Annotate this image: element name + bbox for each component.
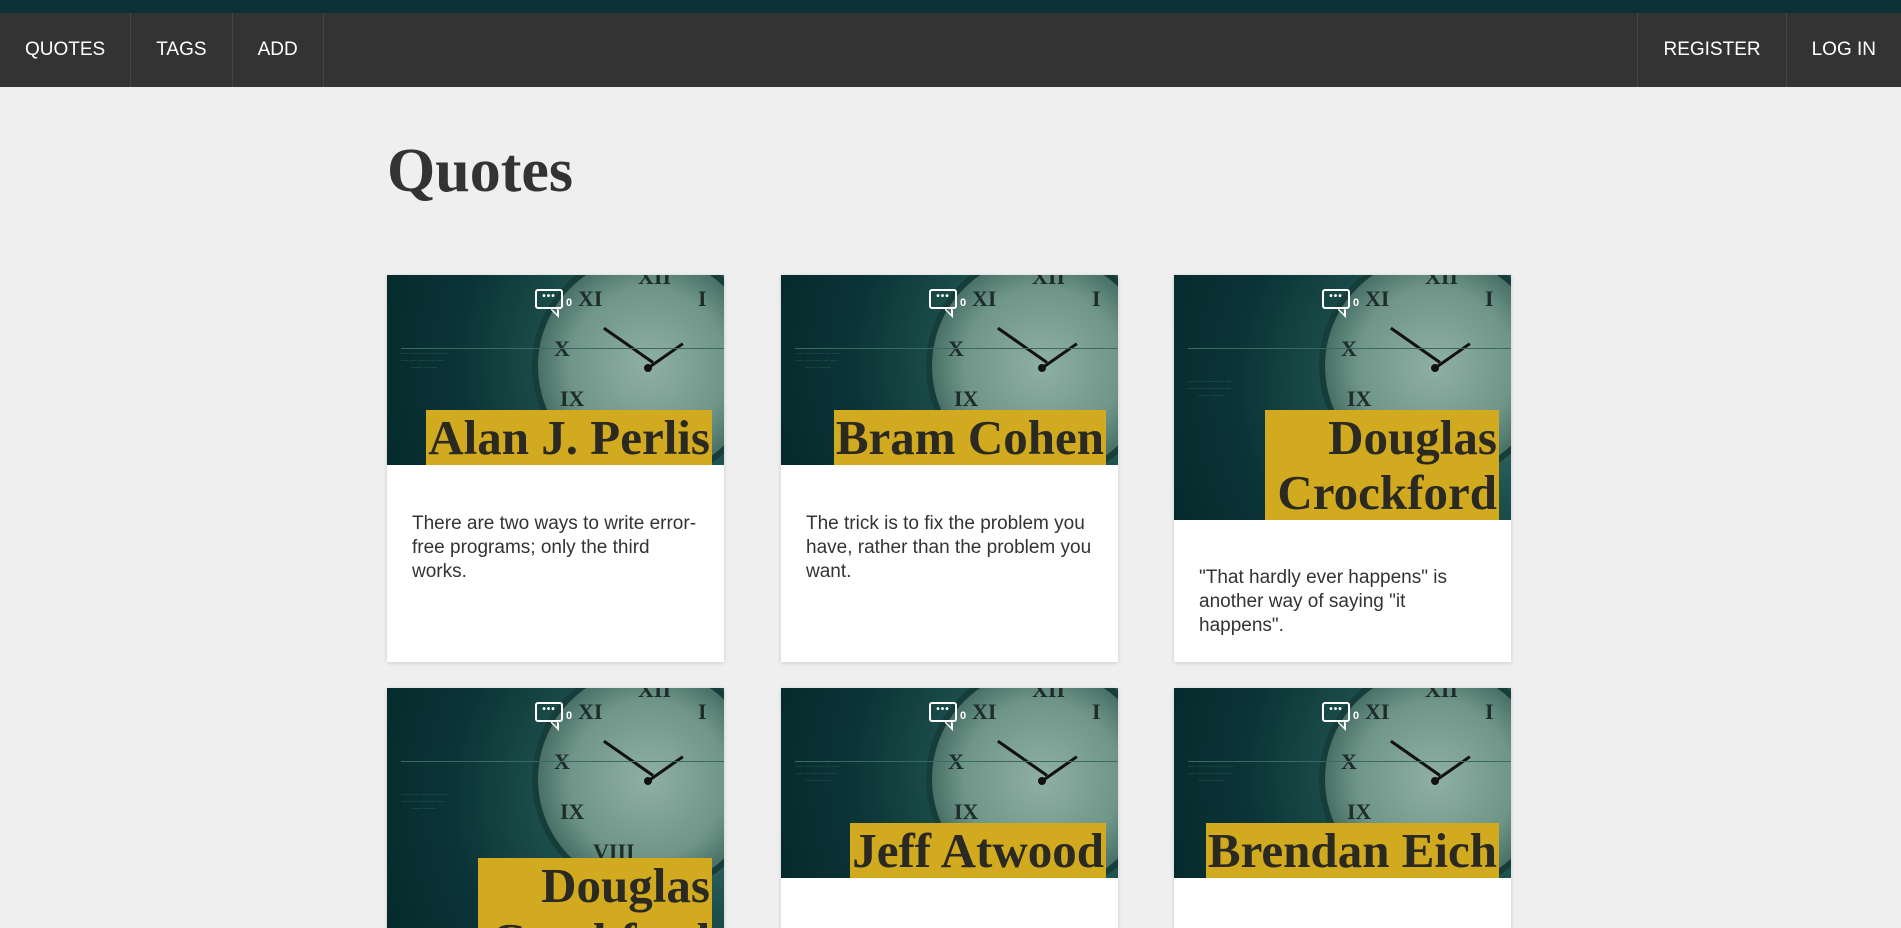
nav-tags[interactable]: TAGS xyxy=(131,13,233,87)
comment-bubble-icon: ••• xyxy=(1322,289,1350,309)
nav-register[interactable]: REGISTER xyxy=(1637,13,1785,87)
card-header: XII I XI X IX VIII ~~~ ~~~ ~~~~ ~~ ~~~~~… xyxy=(387,275,724,465)
main-content: Quotes XII I XI X IX VIII ~~~ ~~~ ~~~~ ~… xyxy=(387,87,1517,928)
comment-count: 0 xyxy=(960,710,967,722)
card-header: XII I XI X IX VIII ~~~ ~~~ ~~~~ ~~ ~~~~~… xyxy=(781,688,1118,878)
nav-add[interactable]: ADD xyxy=(233,13,324,87)
nav-right: REGISTER LOG IN xyxy=(1637,13,1901,87)
quote-card[interactable]: XII I XI X IX VIII ~~~ ~~~ ~~~~ ~~ ~~~~~… xyxy=(1174,688,1511,928)
comment-count: 0 xyxy=(960,297,967,309)
comment-bubble-icon: ••• xyxy=(929,702,957,722)
quote-text: There are two ways to write error-free p… xyxy=(412,513,697,582)
quote-card[interactable]: XII I XI X IX VIII ~~~ ~~~ ~~~~ ~~ ~~~~~… xyxy=(1174,275,1511,662)
author-name[interactable]: Brendan Eich xyxy=(1205,823,1499,878)
comments-link[interactable]: ••• 0 xyxy=(535,289,572,309)
comment-count: 0 xyxy=(1353,297,1360,309)
quote-text: "That hardly ever happens" is another wa… xyxy=(1199,567,1447,636)
author-name[interactable]: Douglas Crockford xyxy=(1265,410,1499,520)
comments-link[interactable]: ••• 0 xyxy=(1322,289,1359,309)
quote-card[interactable]: XII I XI X IX VIII ~~~ ~~~ ~~~~ ~~ ~~~~~… xyxy=(387,275,724,662)
author-name[interactable]: Bram Cohen xyxy=(833,410,1106,465)
card-header: XII I XI X IX VIII ~~~ ~~~ ~~~~ ~~ ~~~~~… xyxy=(1174,275,1511,520)
comment-bubble-icon: ••• xyxy=(1322,702,1350,722)
comments-link[interactable]: ••• 0 xyxy=(1322,702,1359,722)
navbar: QUOTES TAGS ADD REGISTER LOG IN xyxy=(0,13,1901,87)
author-name[interactable]: Alan J. Perlis xyxy=(426,410,712,465)
comment-count: 0 xyxy=(566,710,573,722)
comment-count: 0 xyxy=(566,297,573,309)
comments-link[interactable]: ••• 0 xyxy=(929,289,966,309)
nav-left: QUOTES TAGS ADD xyxy=(0,13,324,87)
author-name[interactable]: Jeff Atwood xyxy=(850,823,1106,878)
comment-count: 0 xyxy=(1353,710,1360,722)
quote-text: The trick is to fix the problem you have… xyxy=(806,513,1092,582)
comments-link[interactable]: ••• 0 xyxy=(535,702,572,722)
comments-link[interactable]: ••• 0 xyxy=(929,702,966,722)
nav-quotes[interactable]: QUOTES xyxy=(0,13,132,87)
nav-login[interactable]: LOG IN xyxy=(1785,13,1901,87)
comment-bubble-icon: ••• xyxy=(929,289,957,309)
quote-card[interactable]: XII I XI X IX VIII ~~~ ~~~ ~~~~ ~~ ~~~~~… xyxy=(387,688,724,928)
quote-card[interactable]: XII I XI X IX VIII ~~~ ~~~ ~~~~ ~~ ~~~~~… xyxy=(781,275,1118,662)
card-header: XII I XI X IX VIII ~~~ ~~~ ~~~~ ~~ ~~~~~… xyxy=(781,275,1118,465)
comment-bubble-icon: ••• xyxy=(535,289,563,309)
author-name[interactable]: Douglas Crockford xyxy=(478,858,712,928)
card-header: XII I XI X IX VIII ~~~ ~~~ ~~~~ ~~ ~~~~~… xyxy=(387,688,724,928)
page-title: Quotes xyxy=(387,137,573,205)
quote-card[interactable]: XII I XI X IX VIII ~~~ ~~~ ~~~~ ~~ ~~~~~… xyxy=(781,688,1118,928)
top-strip xyxy=(0,0,1901,13)
card-header: XII I XI X IX VIII ~~~ ~~~ ~~~~ ~~ ~~~~~… xyxy=(1174,688,1511,878)
comment-bubble-icon: ••• xyxy=(535,702,563,722)
